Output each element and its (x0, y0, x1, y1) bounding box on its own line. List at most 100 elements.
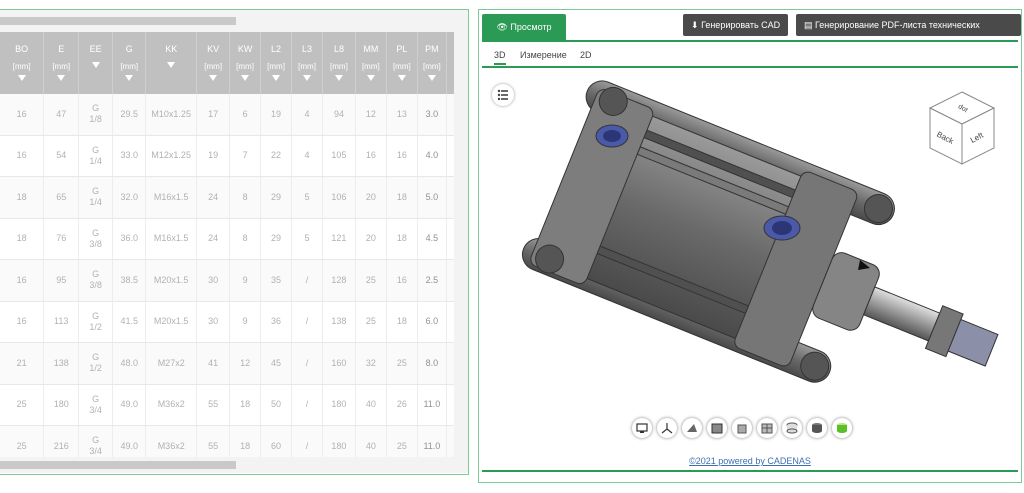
cylinder-dark-icon[interactable] (807, 418, 827, 438)
column-name: G (125, 44, 133, 54)
table-cell: 24 (196, 176, 231, 219)
results-table-panel: BO [mm] E [mm] EE G [mm] KK KV [mm] KW [mm] L2 [mm] L3… (0, 9, 469, 475)
generate-cad-button[interactable]: ⬇ Генерировать CAD (683, 14, 789, 36)
generate-cad-label: Генерировать CAD (701, 20, 781, 30)
3d-viewport[interactable]: dot Back Left ©2021 powered by CADENAS (482, 70, 1018, 470)
filter-icon[interactable] (17, 75, 26, 81)
filter-icon[interactable] (209, 75, 218, 81)
table-row[interactable]: 1654G 1/433.0M12x1.2519722410516164.0I (0, 135, 468, 177)
horizontal-scrollbar-bottom[interactable] (0, 457, 468, 473)
column-header-l3[interactable]: L3 [mm] (291, 32, 324, 94)
table-cell: 16 (0, 259, 45, 302)
document-icon: ▤ (804, 20, 813, 30)
column-header-e[interactable]: E [mm] (43, 32, 80, 94)
table-cell: 3.0 (417, 94, 447, 136)
filter-icon[interactable] (397, 75, 406, 81)
cube-lock-icon[interactable] (732, 418, 752, 438)
table-cell: 18 (386, 301, 418, 343)
filter-icon[interactable] (334, 75, 343, 81)
table-row[interactable]: 1695G 3/838.5M20x1.530935/12825162.5M (0, 259, 468, 302)
table-cell: 180 (322, 384, 356, 426)
filter-icon[interactable] (125, 75, 134, 81)
cylinder-green-icon[interactable] (832, 418, 852, 438)
table-row[interactable]: 1865G 1/432.0M16x1.524829510620185.0I (0, 176, 468, 219)
column-header-ee[interactable]: EE (78, 32, 114, 94)
column-header-pl[interactable]: PL [mm] (386, 32, 418, 94)
table-cell: 30 (196, 259, 231, 302)
tab-3d[interactable]: 3D (494, 50, 506, 65)
monitor-icon[interactable] (632, 418, 652, 438)
table-cell: G 1/4 (78, 176, 114, 219)
filter-icon[interactable] (167, 62, 176, 68)
scrollbar-thumb[interactable] (0, 461, 236, 469)
table-cell: G 1/4 (78, 135, 114, 177)
tab-2d[interactable]: 2D (580, 50, 592, 60)
column-header-kk[interactable]: KK (145, 32, 198, 94)
table-cell: 29 (260, 176, 293, 219)
table-row[interactable]: 25180G 3/449.0M36x2551850/180402611.0M (0, 384, 468, 426)
tab-measurement[interactable]: Измерение (520, 50, 567, 60)
table-cell: / (291, 259, 324, 302)
horizontal-scrollbar-top[interactable] (0, 10, 468, 32)
axes-icon[interactable] (657, 418, 677, 438)
column-name: E (58, 44, 65, 54)
table-cell: G 1/2 (78, 301, 114, 343)
column-name: L2 (271, 44, 282, 54)
table-cell: 16 (386, 259, 418, 302)
filter-icon[interactable] (272, 75, 281, 81)
cylinder-icon[interactable] (782, 418, 802, 438)
filter-icon[interactable] (241, 75, 250, 81)
table-row[interactable]: 1876G 3/836.0M16x1.524829512120184.5I (0, 218, 468, 260)
table-cell: 40 (355, 384, 387, 426)
column-header-mm[interactable]: MM [mm] (355, 32, 387, 94)
column-unit: [mm] (330, 62, 348, 71)
filter-icon[interactable] (427, 75, 436, 81)
view-cube[interactable]: dot Back Left (926, 90, 998, 168)
table-row[interactable]: 16113G 1/241.5M20x1.530936/13825186.0M (0, 301, 468, 343)
view-angle-icon[interactable] (682, 418, 702, 438)
table-cell: M12x1.25 (145, 135, 198, 177)
column-unit: [mm] (52, 62, 71, 71)
table-cell: 45 (260, 342, 293, 385)
table-cell: 6 (229, 94, 262, 136)
table-cell: 105 (322, 135, 356, 177)
table-cell: 30 (196, 301, 231, 343)
vertical-scrollbar[interactable] (454, 32, 468, 457)
table-cell: 41.5 (112, 301, 147, 343)
filter-icon[interactable] (57, 75, 66, 81)
column-name: EE (89, 44, 102, 54)
column-header-l8[interactable]: L8 [mm] (322, 32, 356, 94)
table-row[interactable]: 21138G 1/248.0M27x2411245/16032258.0M (0, 342, 468, 385)
table-cell: 5.0 (417, 176, 447, 219)
cube-grid-icon[interactable] (757, 418, 777, 438)
download-icon: ⬇ (691, 20, 699, 30)
filter-icon[interactable] (366, 75, 375, 81)
column-name: PL (396, 44, 408, 54)
table-cell: 94 (322, 94, 356, 136)
table-cell: 36 (260, 301, 293, 343)
scrollbar-thumb[interactable] (0, 17, 236, 25)
column-header-kw[interactable]: KW [mm] (229, 32, 262, 94)
filter-icon[interactable] (91, 62, 100, 68)
column-header-bo[interactable]: BO [mm] (0, 32, 45, 94)
filter-icon[interactable] (303, 75, 312, 81)
table-cell: 35 (260, 259, 293, 302)
table-cell: 4.5 (417, 218, 447, 260)
table-row[interactable]: 1647G 1/829.5M10x1.251761949412133.0I (0, 94, 468, 136)
table-cell: 8 (229, 176, 262, 219)
column-name: KW (237, 44, 253, 54)
column-unit: [mm] (120, 62, 139, 71)
powered-by-link[interactable]: ©2021 powered by CADENAS (482, 456, 1018, 466)
table-cell: 16 (0, 301, 45, 343)
column-header-g[interactable]: G [mm] (112, 32, 147, 94)
table-cell: M20x1.5 (145, 301, 198, 343)
tab-preview[interactable]: 👁 Просмотр (482, 14, 566, 40)
table-cell: 113 (43, 301, 80, 343)
column-header-kv[interactable]: KV [mm] (196, 32, 231, 94)
table-cell: 6.0 (417, 301, 447, 343)
box-icon[interactable] (707, 418, 727, 438)
column-header-l2[interactable]: L2 [mm] (260, 32, 293, 94)
generate-pdf-label: Генерирование PDF-листа технических данн… (804, 20, 980, 52)
column-header-pm[interactable]: PM [mm] (417, 32, 447, 94)
generate-pdf-button[interactable]: ▤ Генерирование PDF-листа технических да… (796, 14, 1021, 52)
